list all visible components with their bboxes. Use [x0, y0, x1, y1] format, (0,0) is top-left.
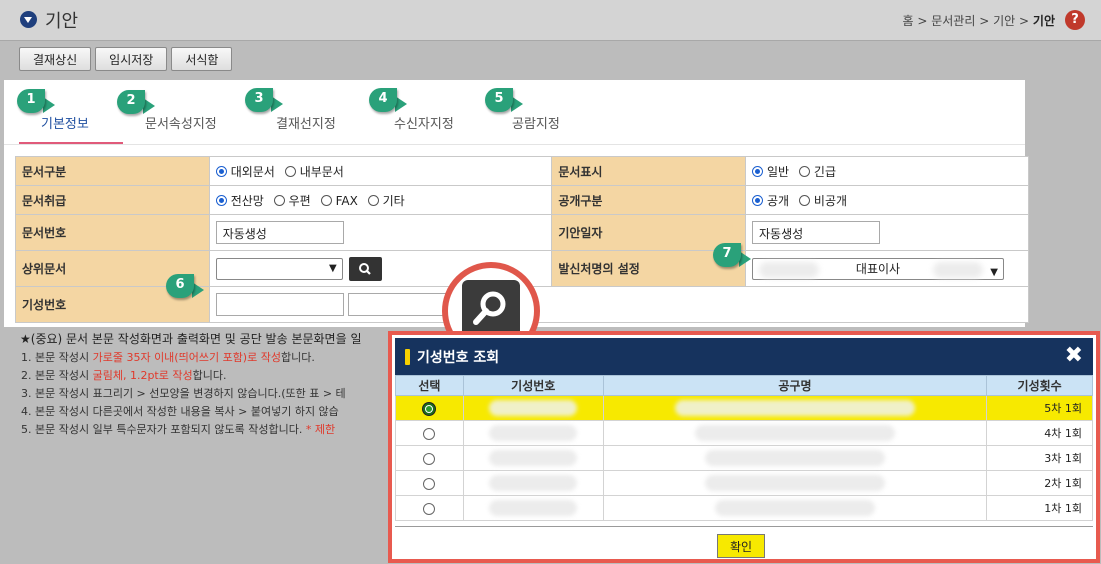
search-icon [462, 280, 520, 338]
doc-display-label: 문서표시 [551, 156, 746, 186]
tab-divider [4, 144, 1025, 145]
parent-doc-select[interactable]: ▼ [215, 257, 343, 280]
table-row[interactable]: 2차 1회 [395, 470, 1093, 496]
tab-circulation[interactable]: 공람지정 [512, 113, 560, 132]
disclosure-cell: 공개 비공개 [745, 185, 1029, 215]
step-badge-3: 3 [245, 88, 285, 112]
col-period-no: 기성번호 [462, 375, 604, 396]
display-urgent-radio[interactable]: 긴급 [798, 165, 836, 179]
doc-display-cell: 일반 긴급 [745, 156, 1029, 186]
step-badge-6: 6 [166, 274, 206, 298]
temp-save-button[interactable]: 임시저장 [95, 47, 168, 71]
row-radio[interactable] [423, 427, 436, 440]
doc-type-cell: 대외문서 내부문서 [208, 156, 553, 186]
doc-type-internal-radio[interactable]: 내부문서 [284, 165, 344, 179]
breadcrumb: 홈 > 문서관리 > 기안 > 기안 [902, 14, 1055, 28]
doc-number-label: 문서번호 [15, 214, 210, 251]
sender-name-select[interactable]: 대표이사 ▼ [752, 257, 1004, 280]
dialog-title: 기성번호 조회 [417, 350, 500, 366]
step-badge-7: 7 [713, 243, 753, 267]
tab-basic-info[interactable]: 기본정보 [41, 113, 89, 132]
table-row[interactable]: 1차 1회 [395, 495, 1093, 521]
display-normal-radio[interactable]: 일반 [752, 165, 789, 179]
step-badge-5: 5 [485, 88, 525, 112]
handling-network-radio[interactable]: 전산망 [215, 194, 264, 208]
dropdown-circle-icon[interactable] [20, 11, 37, 28]
top-bar: 기안 홈 > 문서관리 > 기안 > 기안 ? [0, 0, 1101, 40]
template-box-button[interactable]: 서식함 [171, 47, 233, 71]
header-divider [0, 40, 1101, 41]
chevron-down-icon: ▼ [990, 266, 998, 278]
step-badge-4: 4 [369, 88, 409, 112]
tab-recipients[interactable]: 수신자지정 [394, 113, 454, 132]
doc-handling-cell: 전산망 우편 FAX 기타 [208, 185, 553, 215]
disclosure-label: 공개구분 [551, 185, 746, 215]
confirm-button[interactable]: 확인 [717, 534, 766, 558]
notes-list: 1. 본문 작성시 가로줄 35자 이내(띄어쓰기 포함)로 작성합니다. 2.… [21, 349, 346, 439]
table-row[interactable]: 3차 1회 [395, 445, 1093, 471]
row-radio[interactable] [423, 502, 436, 515]
handling-mail-radio[interactable]: 우편 [273, 194, 311, 208]
note-item-5: 5. 본문 작성시 일부 특수문자가 포함되지 않도록 작성합니다. * 제한 [21, 423, 336, 436]
breadcrumb-doc-mgmt[interactable]: 문서관리 [931, 14, 975, 28]
close-icon[interactable]: ✖ [1065, 343, 1083, 368]
table-row[interactable]: 4차 1회 [395, 420, 1093, 446]
doc-handling-label: 문서취급 [15, 185, 210, 215]
period-no-input-2[interactable] [347, 293, 448, 316]
period-no-input-1[interactable] [215, 293, 344, 316]
period-no-table: 선택 기성번호 공구명 기성횟수 5차 1회 4차 1회 3차 1회 2차 1회… [395, 375, 1093, 521]
dialog-title-bar: 기성번호 조회 ✖ [395, 338, 1093, 375]
doc-type-label: 문서구분 [15, 156, 210, 186]
page-title: 기안 [45, 11, 79, 32]
toolbar: 결재상신 임시저장 서식함 [19, 47, 233, 71]
row-radio[interactable] [423, 402, 436, 415]
row-radio[interactable] [423, 477, 436, 490]
chevron-down-icon: ▼ [328, 262, 337, 274]
disclosure-private-radio[interactable]: 비공개 [798, 194, 847, 208]
sender-name-cell: 대표이사 ▼ [745, 250, 1029, 287]
tab-approval-line[interactable]: 결재선지정 [276, 113, 336, 132]
row-radio[interactable] [423, 452, 436, 465]
step-badge-1: 1 [17, 89, 57, 113]
notes-heading: ★(중요) 문서 본문 작성화면과 출력화면 및 공단 발송 본문화면을 일 [20, 332, 362, 346]
breadcrumb-draft[interactable]: 기안 [993, 14, 1015, 28]
step-badge-2: 2 [117, 90, 157, 114]
breadcrumb-home[interactable]: 홈 [902, 14, 913, 28]
col-select: 선택 [395, 375, 464, 396]
handling-fax-radio[interactable]: FAX [320, 194, 358, 208]
tab-doc-properties[interactable]: 문서속성지정 [145, 113, 217, 132]
doc-number-cell: 자동생성 [208, 214, 553, 251]
disclosure-public-radio[interactable]: 공개 [752, 194, 789, 208]
period-no-lookup-dialog: 기성번호 조회 ✖ 선택 기성번호 공구명 기성횟수 5차 1회 4차 1회 3… [388, 331, 1100, 563]
doc-number-input[interactable]: 자동생성 [215, 221, 344, 244]
submit-approval-button[interactable]: 결재상신 [19, 47, 92, 71]
dialog-divider [395, 526, 1093, 527]
help-icon[interactable]: ? [1065, 10, 1085, 30]
table-row[interactable]: 5차 1회 [395, 395, 1093, 421]
breadcrumb-current: 기안 [1032, 14, 1055, 28]
col-section-name: 공구명 [602, 375, 988, 396]
note-item-2: 2. 본문 작성시 굴림체, 1.2pt로 작성합니다. [21, 369, 227, 382]
draft-date-input[interactable]: 자동생성 [752, 221, 880, 244]
handling-other-radio[interactable]: 기타 [367, 194, 405, 208]
note-item-1: 1. 본문 작성시 가로줄 35자 이내(띄어쓰기 포함)로 작성합니다. [21, 351, 315, 364]
note-item-3: 3. 본문 작성시 표그리기 > 선모양을 변경하지 않습니다.(또한 표 > … [21, 387, 346, 400]
note-item-4: 4. 본문 작성시 다른곳에서 작성한 내용을 복사 > 붙여넣기 하지 않습 [21, 405, 339, 418]
draft-date-cell: 자동생성 [745, 214, 1029, 251]
search-icon [358, 262, 371, 275]
col-period-count: 기성횟수 [986, 375, 1093, 396]
parent-doc-search-button[interactable] [348, 256, 382, 281]
doc-type-external-radio[interactable]: 대외문서 [215, 165, 275, 179]
period-no-cell [208, 286, 1030, 323]
